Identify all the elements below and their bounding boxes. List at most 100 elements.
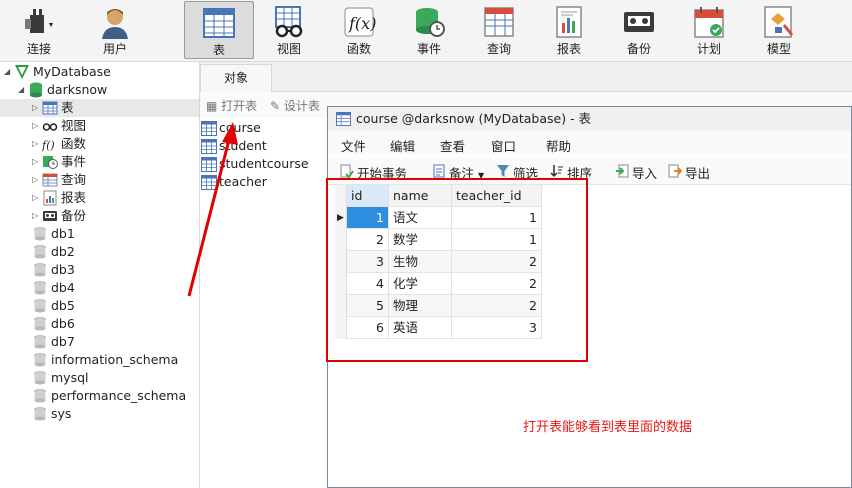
toolbar-label: 计划 [696,42,721,56]
main-toolbar: 连接 用户 表 视图 f(x) 函数 事件 查询 报表 备份 计划 模型 [0,0,852,62]
tree-item-views[interactable]: ▷ 视图 [32,117,86,135]
table-icon [201,175,217,190]
tree-database-darksnow[interactable]: ◢ darksnow [18,81,107,99]
menu-window[interactable]: 窗口 [491,136,516,155]
tree-item-label: 视图 [61,118,87,133]
tree-database-db7[interactable]: db7 [32,333,75,351]
expand-arrow-icon: ▷ [32,139,39,148]
export-label: 导出 [685,166,711,181]
expand-arrow-icon: ▷ [32,211,39,220]
window-titlebar[interactable]: course @darksnow (MyDatabase) - 表 [328,107,851,131]
database-icon [34,299,46,313]
tree-database-db4[interactable]: db4 [32,279,75,297]
tree-database-information-schema[interactable]: information_schema [32,351,178,369]
tree-item-label: 备份 [61,208,87,223]
event-clock-icon [43,156,58,169]
schedule-button[interactable]: 计划 [674,1,744,59]
query-button[interactable]: 查询 [464,1,534,59]
svg-text:f(x): f(x) [348,14,376,33]
query-icon [42,173,58,187]
function-button[interactable]: f(x) 函数 [324,1,394,59]
open-table-button[interactable]: ▦ 打开表 [206,97,257,114]
highlight-box [326,178,588,362]
table-list-item-course[interactable]: course [201,119,261,137]
database-label: performance_schema [51,388,187,403]
view-glasses-icon [275,6,303,38]
view-button[interactable]: 视图 [254,1,324,59]
tree-item-events[interactable]: ▷ 事件 [32,153,86,171]
tree-item-label: 报表 [61,190,87,205]
table-icon [42,101,58,115]
menu-help[interactable]: 帮助 [546,136,571,155]
sort-icon [550,165,563,178]
tree-database-sys[interactable]: sys [32,405,71,423]
connection-label: MyDatabase [33,64,111,79]
navigation-tree: ◢ MyDatabase ◢ darksnow ▷ 表 ▷ 视图 ▷ f() 函数 ▷ 事件 … [0,62,200,488]
tree-database-db5[interactable]: db5 [32,297,75,315]
function-icon: f() [42,139,55,152]
table-icon [201,121,217,136]
svg-text:f(): f() [42,139,55,152]
window-title: course @darksnow (MyDatabase) - 表 [356,111,592,126]
tree-database-db1[interactable]: db1 [32,225,75,243]
table-list-label: student [219,138,267,153]
toolbar-label: 函数 [346,42,371,56]
model-icon [764,6,794,38]
backup-button[interactable]: 备份 [604,1,674,59]
tree-database-db2[interactable]: db2 [32,243,75,261]
model-button[interactable]: 模型 [744,1,814,59]
tree-item-label: 函数 [61,136,87,151]
user-button[interactable]: 用户 [80,1,150,59]
database-label: db3 [51,262,75,277]
tree-item-label: 事件 [61,154,87,169]
toolbar-label: 表 [212,43,225,57]
database-label: db5 [51,298,75,313]
database-icon [34,335,46,349]
filter-icon [497,165,509,177]
event-button[interactable]: 事件 [394,1,464,59]
tree-database-db3[interactable]: db3 [32,261,75,279]
collapse-arrow-icon: ◢ [18,85,25,94]
function-icon: f(x) [344,7,376,37]
report-icon [556,6,582,38]
toolbar-label: 查询 [486,42,511,56]
design-table-button[interactable]: ✎ 设计表 [270,97,320,114]
database-label: sys [51,406,72,421]
export-button[interactable]: 导出 [668,163,710,182]
tab-objects[interactable]: 对象 [200,64,272,92]
table-icon [201,157,217,172]
database-open-icon [30,82,42,98]
import-button[interactable]: 导入 [615,163,657,182]
database-icon [34,407,46,421]
tree-database-mysql[interactable]: mysql [32,369,89,387]
connect-button[interactable]: 连接 [4,1,74,59]
expand-arrow-icon: ▷ [32,103,39,112]
tree-item-functions[interactable]: ▷ f() 函数 [32,135,86,153]
menu-file[interactable]: 文件 [341,136,366,155]
tree-item-tables[interactable]: ▷ 表 [0,99,199,117]
menu-edit[interactable]: 编辑 [390,136,415,155]
toolbar-label: 报表 [556,42,581,56]
tree-database-db6[interactable]: db6 [32,315,75,333]
database-icon [34,353,46,367]
table-button[interactable]: 表 [184,1,254,59]
table-list-item-studentcourse[interactable]: studentcourse [201,155,309,173]
database-label: darksnow [47,82,108,97]
database-label: db7 [51,334,75,349]
database-icon [34,245,46,259]
table-list-item-teacher[interactable]: teacher [201,173,267,191]
expand-arrow-icon: ▷ [32,193,39,202]
tree-item-backups[interactable]: ▷ 备份 [32,207,86,225]
backup-tape-icon [624,12,654,32]
tree-connection[interactable]: ◢ MyDatabase [4,63,111,81]
report-button[interactable]: 报表 [534,1,604,59]
event-clock-icon [416,8,445,37]
tree-database-performance-schema[interactable]: performance_schema [32,387,186,405]
tree-item-reports[interactable]: ▷ 报表 [32,189,86,207]
table-list-item-student[interactable]: student [201,137,267,155]
menu-view[interactable]: 查看 [440,136,465,155]
user-icon [102,9,128,39]
expand-arrow-icon: ▷ [32,157,39,166]
tree-item-queries[interactable]: ▷ 查询 [32,171,86,189]
database-icon [34,389,46,403]
